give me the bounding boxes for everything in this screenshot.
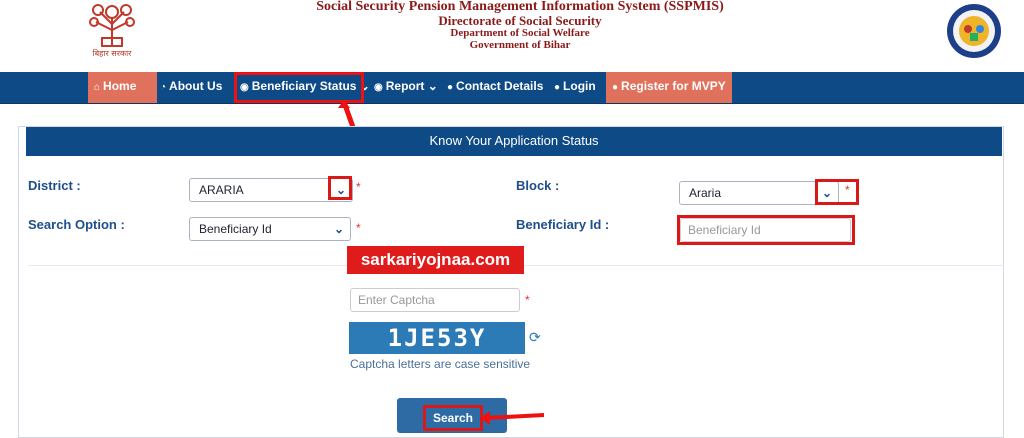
search-option-select[interactable]: Beneficiary Id ⌄ — [189, 217, 351, 241]
user-icon: ● — [554, 82, 561, 93]
nav-about-us[interactable]: ◔ About Us — [154, 72, 228, 103]
search-option-selected-value: Beneficiary Id — [199, 222, 272, 236]
refresh-captcha-icon[interactable]: ⟳ — [529, 330, 543, 344]
dashboard-icon: ◔ — [160, 82, 167, 93]
nav-register-mvpy[interactable]: ● Register for MVPY — [606, 72, 732, 103]
site-header: बिहार सरकार Social Security Pension Mana… — [0, 0, 1024, 72]
nav-beneficiary-label: Beneficiary Status — [251, 79, 357, 93]
nav-login-label: Login — [563, 79, 596, 93]
nav-about-label: About Us — [169, 79, 223, 93]
social-security-seal-logo — [944, 2, 1004, 60]
beneficiary-id-label: Beneficiary Id : — [516, 217, 610, 232]
department-title: Department of Social Welfare — [450, 27, 590, 39]
user-icon: ● — [447, 82, 454, 93]
captcha-note: Captcha letters are case sensitive — [350, 357, 531, 371]
required-mark: * — [525, 293, 530, 307]
district-label: District : — [28, 178, 81, 193]
captcha-placeholder: Enter Captcha — [358, 293, 435, 307]
circle-arrow-icon: ◉ — [374, 82, 383, 93]
header-title-block: Social Security Pension Management Infor… — [300, 0, 740, 51]
chevron-down-icon: ⌄ — [333, 222, 344, 236]
district-selected-value: ARARIA — [199, 183, 244, 197]
main-navbar: ⌂ Home ◔ About Us ◉ Beneficiary Status ⌄ ◉ R… — [0, 72, 1024, 104]
nav-report[interactable]: ◉ Report ⌄ — [368, 72, 444, 103]
user-icon: ● — [612, 82, 619, 93]
status-panel — [18, 126, 1004, 438]
beneficiary-id-highlight — [677, 215, 855, 245]
nav-beneficiary-status[interactable]: ◉ Beneficiary Status ⌄ — [234, 72, 370, 103]
government-title: Government of Bihar — [469, 39, 571, 51]
system-title: Social Security Pension Management Infor… — [316, 0, 724, 14]
nav-login[interactable]: ● Login — [548, 72, 602, 103]
nav-home[interactable]: ⌂ Home — [88, 72, 157, 103]
annotation-arrow-icon — [480, 411, 545, 425]
search-option-label: Search Option : — [28, 217, 125, 232]
block-selected-value: Araria — [689, 186, 722, 200]
directorate-title: Directorate of Social Security — [438, 13, 602, 28]
block-label: Block : — [516, 178, 560, 193]
chevron-down-icon: ⌄ — [427, 79, 438, 93]
nav-register-label: Register for MVPY — [621, 79, 726, 93]
watermark-banner: sarkariyojnaa.com — [347, 246, 524, 274]
nav-report-label: Report — [385, 79, 425, 93]
logo-caption: बिहार सरकार — [92, 49, 132, 58]
required-mark: * — [356, 221, 361, 235]
home-icon: ⌂ — [94, 82, 101, 93]
nav-contact-label: Contact Details — [456, 79, 544, 93]
district-dropdown-highlight — [328, 176, 352, 200]
nav-home-label: Home — [103, 79, 137, 93]
required-mark: * — [356, 180, 361, 194]
required-mark: * — [845, 183, 850, 197]
nav-contact-details[interactable]: ● Contact Details — [441, 72, 549, 103]
panel-heading: Know Your Application Status — [26, 127, 1002, 156]
captcha-image: 1JE53Y — [349, 322, 525, 354]
captcha-input[interactable]: Enter Captcha — [350, 288, 520, 312]
block-dropdown-highlight — [815, 179, 859, 205]
circle-arrow-icon: ◉ — [240, 82, 249, 93]
search-button-label[interactable]: Search — [423, 405, 483, 431]
